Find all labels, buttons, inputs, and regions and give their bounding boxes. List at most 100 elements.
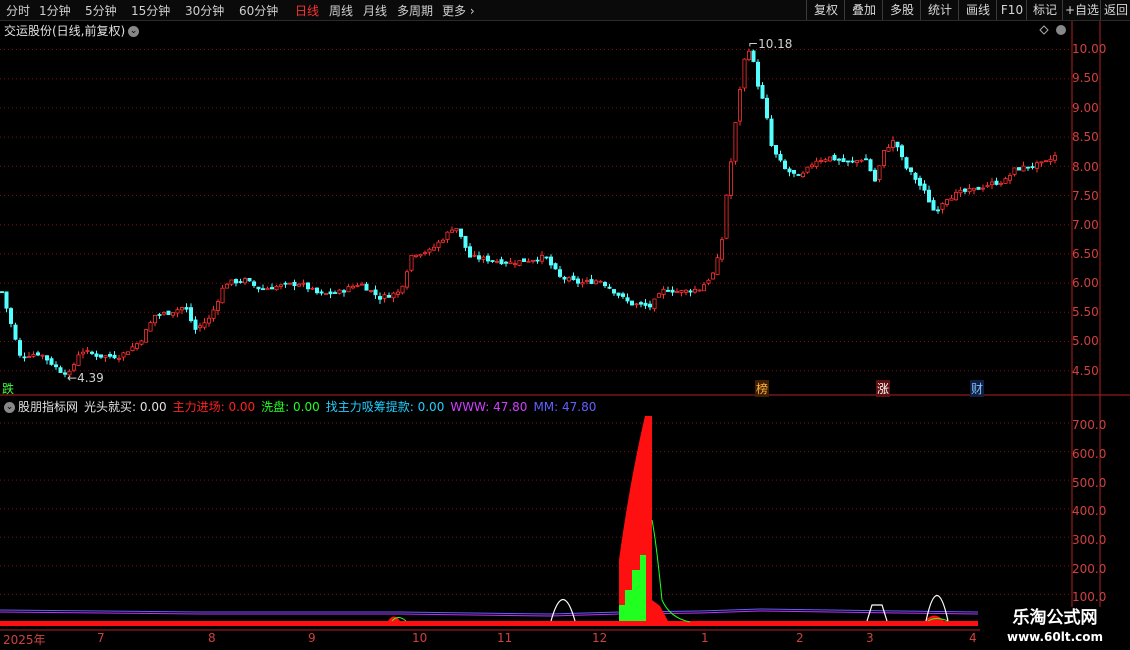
candle-body <box>751 50 756 62</box>
watermark-title: 乐淘公式网 <box>1012 608 1098 628</box>
candle-body <box>841 158 846 162</box>
candle-body <box>494 260 499 263</box>
candle-body <box>377 296 382 300</box>
candle-body <box>413 254 418 257</box>
candle-body <box>711 272 716 280</box>
candle-body <box>621 293 626 297</box>
price-tick: 8.50 <box>1072 130 1099 144</box>
candle-body <box>310 287 315 290</box>
candle-body <box>8 308 13 324</box>
guangtou-bump <box>550 599 576 622</box>
candle-body <box>657 293 662 298</box>
candle-body <box>274 285 279 291</box>
chevron-down-icon[interactable]: ⌄ <box>4 402 15 413</box>
x-tick: 9 <box>308 631 316 645</box>
candle-body <box>1035 162 1040 169</box>
diamond-icon[interactable] <box>1039 25 1049 35</box>
candle-body <box>936 209 941 212</box>
candle-body <box>139 340 144 345</box>
candle-body <box>404 271 409 288</box>
candle-body <box>4 291 9 309</box>
candle-body <box>188 307 193 322</box>
candle-body <box>540 254 545 262</box>
candle-body <box>517 260 522 266</box>
candle-body <box>49 358 54 365</box>
candle-body <box>337 289 342 294</box>
collapse-icon[interactable] <box>1056 25 1066 35</box>
candle-body <box>220 287 225 304</box>
flag-zhang[interactable]: 涨 <box>876 380 891 397</box>
candle-body <box>449 229 454 233</box>
candle-body <box>616 292 621 296</box>
candle-body <box>108 353 113 357</box>
candle-body <box>490 260 495 262</box>
candle-body <box>45 355 50 361</box>
high-price-value: 10.18 <box>758 37 793 51</box>
indicator-tick: 100.0 <box>1072 590 1107 604</box>
candle-body <box>193 319 198 330</box>
candle-body <box>549 256 554 266</box>
candle-body <box>184 307 189 310</box>
candle-body <box>332 292 337 294</box>
flag-die[interactable]: 跌 <box>1 380 15 397</box>
candle-body <box>314 287 319 294</box>
candle-body <box>967 188 972 193</box>
candle-body <box>436 241 441 248</box>
candle-body <box>170 312 175 316</box>
candle-body <box>202 322 207 328</box>
kline-chart[interactable] <box>0 0 1130 650</box>
candle-body <box>278 284 283 287</box>
x-tick: 3 <box>866 631 874 645</box>
candle-body <box>121 352 126 358</box>
candle-body <box>900 145 905 158</box>
candle-body <box>292 281 297 287</box>
candle-body <box>972 187 977 191</box>
candle-body <box>873 169 878 182</box>
candle-body <box>859 159 864 162</box>
candle-body <box>954 191 959 201</box>
candle-body <box>72 364 77 371</box>
watermark-url: www.60lt.com <box>1006 630 1104 644</box>
candle-body <box>382 294 387 299</box>
flag-cai[interactable]: 财 <box>970 380 985 397</box>
candle-body <box>341 290 346 293</box>
indicator-line-guangtou: 光头就买: 0.00 <box>84 400 167 414</box>
candle-body <box>837 158 842 161</box>
price-tick: 6.00 <box>1072 276 1099 290</box>
flag-bang[interactable]: 榜 <box>755 380 770 397</box>
candle-body <box>26 356 31 358</box>
candle-body <box>769 118 774 146</box>
candle-body <box>323 292 328 295</box>
candle-body <box>215 301 220 311</box>
price-tick: 6.50 <box>1072 247 1099 261</box>
indicator-tick: 600.0 <box>1072 447 1107 461</box>
candle-body <box>895 141 900 148</box>
x-tick: 12 <box>592 631 608 645</box>
candle-body <box>440 239 445 243</box>
candle-body <box>697 289 702 292</box>
candle-body <box>409 254 414 271</box>
candle-body <box>58 367 63 373</box>
low-price-marker: ←4.39 <box>67 371 104 385</box>
candle-body <box>1012 167 1017 175</box>
indicator-name[interactable]: 股朋指标网 <box>18 400 78 414</box>
candle-body <box>931 200 936 211</box>
candle-body <box>630 300 635 306</box>
candle-body <box>796 174 801 176</box>
candle-body <box>152 314 157 324</box>
candle-body <box>463 235 468 248</box>
candle-body <box>179 307 184 311</box>
candle-body <box>706 279 711 284</box>
candle-body <box>54 364 59 368</box>
indicator-line-xichou: 找主力吸筹提款: 0.00 <box>325 400 445 414</box>
zhuli-tail <box>652 600 668 621</box>
candle-body <box>742 58 747 89</box>
candle-body <box>945 199 950 205</box>
candle-body <box>1003 178 1008 184</box>
candle-body <box>265 287 270 291</box>
candle-body <box>17 340 22 356</box>
candle-body <box>990 181 995 186</box>
candle-body <box>999 182 1004 185</box>
candle-body <box>143 329 148 343</box>
candle-body <box>85 350 90 352</box>
